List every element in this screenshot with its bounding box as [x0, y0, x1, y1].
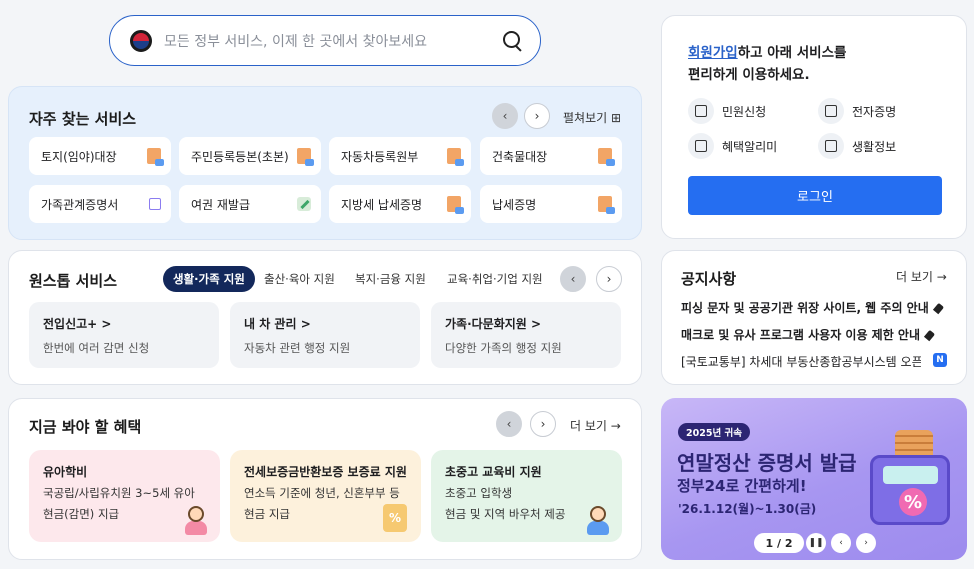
certificate-icon [818, 98, 844, 124]
tab-childcare[interactable]: 출산·육아 지원 [264, 266, 335, 292]
notice-item[interactable]: [국토교통부] 차세대 부동산종합공부시스템 오픈… [681, 353, 921, 370]
notice-item[interactable]: 피싱 문자 및 공공기관 위장 사이트, 웹 주의 안내 [681, 299, 944, 316]
banner-title: 연말정산 증명서 발급 [677, 451, 857, 475]
service-tile[interactable]: 납세증명 [480, 185, 622, 223]
gift-icon [688, 133, 714, 159]
service-tile[interactable]: 주민등록등본(초본) [179, 137, 321, 175]
pen-icon [297, 197, 311, 211]
percent-document-icon: % [383, 504, 407, 532]
service-tile[interactable]: 가족관계증명서 [29, 185, 171, 223]
document-icon [447, 196, 464, 214]
service-life-info[interactable]: 생활정보 [818, 133, 896, 159]
benefit-card[interactable]: 유아학비 국공립/사립유치원 3~5세 유아 현금(감면) 지급 [29, 450, 220, 542]
prev-arrow-button[interactable]: ‹ [492, 103, 518, 129]
onestop-card[interactable]: 내 차 관리 > 자동차 관련 행정 지원 [230, 302, 420, 368]
benefits-title: 지금 봐야 할 혜택 [29, 418, 142, 436]
bookmark-icon [818, 133, 844, 159]
taegeuk-logo-icon [130, 29, 152, 52]
document-icon [447, 148, 464, 166]
benefit-card[interactable]: 초중고 교육비 지원 초중고 입학생 현금 및 지역 바우처 제공 [431, 450, 622, 542]
document-icon [297, 148, 314, 166]
external-link-icon [149, 198, 161, 210]
next-slide-button[interactable]: › [856, 533, 876, 553]
frequent-services-title: 자주 찾는 서비스 [29, 110, 137, 128]
signup-link[interactable]: 회원가입 [688, 45, 738, 61]
service-benefit-alert[interactable]: 혜택알리미 [688, 133, 777, 159]
service-tile[interactable]: 토지(임야)대장 [29, 137, 171, 175]
expand-button[interactable]: 펼쳐보기 ⊞ [563, 109, 621, 126]
onestop-card[interactable]: 가족·다문화지원 > 다양한 가족의 행정 지원 [431, 302, 621, 368]
banner-date: '26.1.12(월)~1.30(금) [678, 502, 817, 516]
service-tile[interactable]: 지방세 납세증명 [329, 185, 471, 223]
notice-item[interactable]: 매크로 및 유사 프로그램 사용자 이용 제한 안내 [681, 326, 936, 343]
benefit-card[interactable]: 전세보증금반환보증 보증료 지원 연소득 기준에 청년, 신혼부부 등 현금 지… [230, 450, 421, 542]
next-arrow-button[interactable]: › [524, 103, 550, 129]
notice-more-link[interactable]: 더 보기 → [896, 268, 947, 285]
prev-arrow-button[interactable]: ‹ [496, 411, 522, 437]
service-tile[interactable]: 자동차등록원부 [329, 137, 471, 175]
document-icon [598, 148, 615, 166]
search-bar[interactable]: 모든 정부 서비스, 이제 한 곳에서 찾아보세요 [109, 15, 541, 66]
new-badge: N [933, 353, 947, 367]
next-arrow-button[interactable]: › [530, 411, 556, 437]
pause-icon[interactable]: ❚❚ [806, 533, 826, 553]
document-icon [598, 196, 615, 214]
search-icon[interactable] [502, 30, 524, 52]
login-message: 회원가입하고 아래 서비스를 편리하게 이용하세요. [688, 45, 847, 83]
onestop-card[interactable]: 전입신고+ > 한번에 여러 감면 신청 [29, 302, 219, 368]
next-arrow-button[interactable]: › [596, 266, 622, 292]
child-character-icon [182, 506, 210, 536]
prev-slide-button[interactable]: ‹ [831, 533, 851, 553]
mail-icon [688, 98, 714, 124]
prev-arrow-button[interactable]: ‹ [560, 266, 586, 292]
tab-family[interactable]: 생활·가족 지원 [163, 266, 255, 292]
onestop-title: 원스톱 서비스 [29, 272, 118, 290]
login-button[interactable]: 로그인 [688, 176, 942, 215]
service-e-certificate[interactable]: 전자증명 [818, 98, 896, 124]
tab-welfare[interactable]: 복지·금융 지원 [355, 266, 426, 292]
banner-year-pill: 2025년 귀속 [678, 423, 750, 441]
notice-title: 공지사항 [681, 270, 737, 288]
student-character-icon [584, 506, 612, 536]
tab-education[interactable]: 교육·취업·기업 지원 [447, 266, 543, 292]
service-civil-application[interactable]: 민원신청 [688, 98, 766, 124]
service-tile[interactable]: 건축물대장 [480, 137, 622, 175]
banner-subtitle: 정부24로 간편하게! [677, 477, 807, 495]
calculator-illustration [870, 455, 950, 525]
banner-pager: 1 / 2 [754, 533, 804, 553]
service-tile[interactable]: 여권 재발급 [179, 185, 321, 223]
search-input[interactable]: 모든 정부 서비스, 이제 한 곳에서 찾아보세요 [164, 31, 502, 51]
document-icon [147, 148, 164, 166]
benefits-more-link[interactable]: 더 보기 → [570, 417, 621, 434]
